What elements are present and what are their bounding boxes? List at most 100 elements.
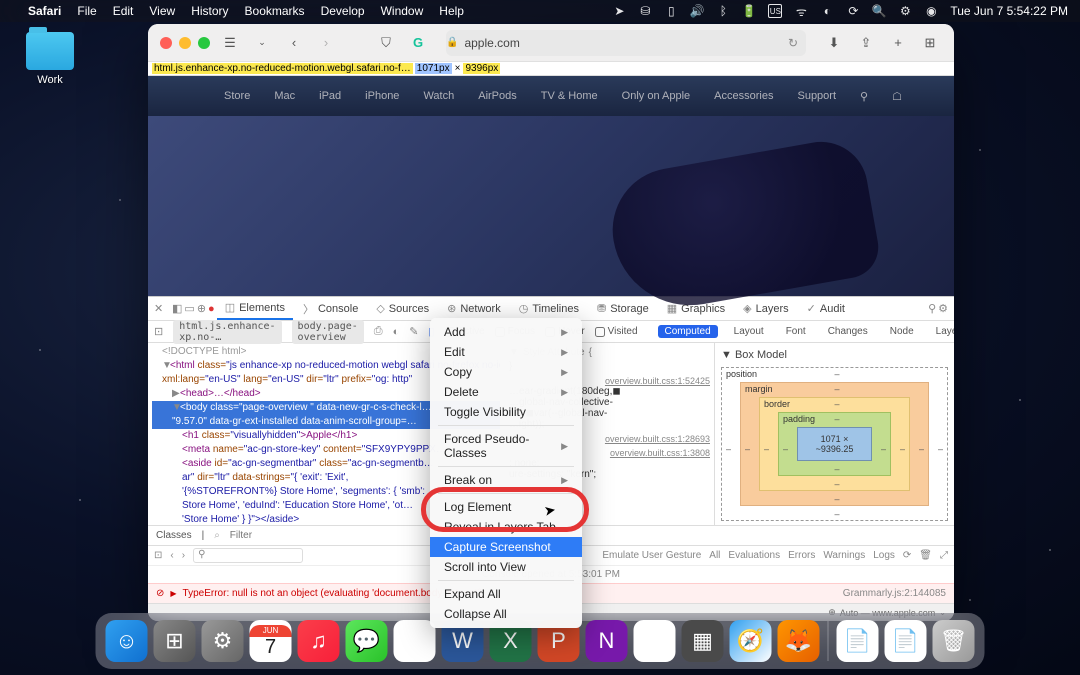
dock-slack[interactable]: ✱ xyxy=(634,620,676,662)
dark-icon[interactable]: ◐ xyxy=(393,326,400,338)
brush-icon[interactable]: ✎ xyxy=(409,325,418,338)
dropbox-icon[interactable]: ⛁ xyxy=(638,4,652,18)
menubar-app[interactable]: Safari xyxy=(28,4,61,18)
cm-add[interactable]: Add▶ xyxy=(430,322,582,342)
shield-icon[interactable]: ⛉ xyxy=(374,31,398,55)
control-center-icon[interactable]: ⚙ xyxy=(898,4,912,18)
dock-firefox[interactable]: 🦊 xyxy=(778,620,820,662)
tab-network[interactable]: ⊛Network xyxy=(439,297,509,320)
disclosure-icon[interactable]: ▶ xyxy=(170,589,176,598)
bag-icon[interactable]: ☖ xyxy=(892,90,902,103)
tab-console[interactable]: 〉Console xyxy=(295,297,366,320)
cm-scroll-into-view[interactable]: Scroll into View xyxy=(430,557,582,577)
tab-font[interactable]: Font xyxy=(780,325,812,338)
breadcrumb-body[interactable]: body.page-overview xyxy=(292,320,364,344)
menubar-edit[interactable]: Edit xyxy=(113,4,134,18)
location-icon[interactable]: ➤ xyxy=(612,4,626,18)
nav-tvhome[interactable]: TV & Home xyxy=(541,90,598,102)
dock-side-icon[interactable]: ◧ xyxy=(172,302,182,315)
menubar-help[interactable]: Help xyxy=(439,4,464,18)
opt-visited[interactable]: Visited xyxy=(595,326,638,337)
cm-copy[interactable]: Copy▶ xyxy=(430,362,582,382)
wifi-icon[interactable]: ᯤ xyxy=(794,4,808,18)
cm-log-element[interactable]: Log Element xyxy=(430,497,582,517)
settings-icon[interactable]: ⚙ xyxy=(938,302,948,315)
new-tab-icon[interactable]: + xyxy=(886,31,910,55)
tab-elements[interactable]: ◫Elements xyxy=(217,297,293,320)
cm-expand-all[interactable]: Expand All xyxy=(430,584,582,604)
dock-document[interactable]: 📄 xyxy=(885,620,927,662)
nav-next-icon[interactable]: › xyxy=(182,550,185,561)
dock-calendar[interactable]: JUN7 xyxy=(250,620,292,662)
menubar-file[interactable]: File xyxy=(77,4,96,18)
grammarly-icon[interactable]: G xyxy=(406,31,430,55)
chevron-down-icon[interactable]: ⌄ xyxy=(250,31,274,55)
dock-finder[interactable]: ☺ xyxy=(106,620,148,662)
search-icon[interactable]: ⚲ xyxy=(860,90,868,103)
device-icon[interactable]: ▯ xyxy=(664,4,678,18)
cm-edit[interactable]: Edit▶ xyxy=(430,342,582,362)
pick-element-icon[interactable]: ⊡ xyxy=(154,325,163,338)
nav-airpods[interactable]: AirPods xyxy=(478,90,517,102)
tab-node[interactable]: Node xyxy=(884,325,920,338)
menubar-clock[interactable]: Tue Jun 7 5:54:22 PM xyxy=(950,4,1068,18)
dock-music[interactable]: ♫ xyxy=(298,620,340,662)
device-icon[interactable]: ▭ xyxy=(184,302,194,315)
dock-chrome[interactable]: ◉ xyxy=(394,620,436,662)
cm-delete[interactable]: Delete▶ xyxy=(430,382,582,402)
nav-accessories[interactable]: Accessories xyxy=(714,90,773,102)
pick-icon[interactable]: ⊕ xyxy=(197,302,206,315)
emulate-gesture[interactable]: Emulate User Gesture xyxy=(602,550,701,561)
sync-icon[interactable]: ⟳ xyxy=(846,4,860,18)
breadcrumb-html[interactable]: html.js.enhance-xp.no-… xyxy=(173,320,281,344)
dock-messages[interactable]: 💬 xyxy=(346,620,388,662)
tab-changes[interactable]: Changes xyxy=(822,325,874,338)
menubar-window[interactable]: Window xyxy=(381,4,424,18)
print-icon[interactable]: ⎙ xyxy=(374,325,383,338)
sidebar-toggle-icon[interactable]: ☰ xyxy=(218,31,242,55)
menubar-history[interactable]: History xyxy=(191,4,228,18)
menubar-develop[interactable]: Develop xyxy=(321,4,365,18)
nav-iphone[interactable]: iPhone xyxy=(365,90,399,102)
back-button-icon[interactable]: ‹ xyxy=(282,31,306,55)
error-source[interactable]: Grammarly.js:2:144085 xyxy=(843,588,946,599)
cm-pseudo[interactable]: Forced Pseudo-Classes▶ xyxy=(430,429,582,463)
nav-prev-icon[interactable]: ‹ xyxy=(170,550,173,561)
bluetooth-icon[interactable]: ᛒ xyxy=(716,4,730,18)
reload-icon[interactable]: ↻ xyxy=(788,36,798,50)
filter-evals[interactable]: Evaluations xyxy=(728,550,780,561)
menubar-view[interactable]: View xyxy=(149,4,175,18)
nav-mac[interactable]: Mac xyxy=(274,90,295,102)
cm-capture-screenshot[interactable]: Capture Screenshot xyxy=(430,537,582,557)
tab-layers[interactable]: ◈Layers xyxy=(735,297,797,320)
siri-icon[interactable]: ◉ xyxy=(924,4,938,18)
desktop-folder-work[interactable]: Work xyxy=(20,32,80,86)
filter-input[interactable] xyxy=(230,530,946,541)
dock-app[interactable]: ▦ xyxy=(682,620,724,662)
cm-toggle-visibility[interactable]: Toggle Visibility xyxy=(430,402,582,422)
tab-layers-r[interactable]: Layers xyxy=(930,325,954,338)
nav-watch[interactable]: Watch xyxy=(423,90,454,102)
close-icon[interactable]: ✕ xyxy=(154,302,170,315)
downloads-icon[interactable]: ⬇ xyxy=(822,31,846,55)
filter-all[interactable]: All xyxy=(709,550,720,561)
tabs-icon[interactable]: ⊞ xyxy=(918,31,942,55)
dock-settings[interactable]: ⚙ xyxy=(202,620,244,662)
dock-onenote[interactable]: N xyxy=(586,620,628,662)
tab-sources[interactable]: ◇Sources xyxy=(368,297,437,320)
spotlight-icon[interactable]: 🔍 xyxy=(872,4,886,18)
dock-launchpad[interactable]: ⊞ xyxy=(154,620,196,662)
url-bar[interactable]: 🔒 apple.com ↻ xyxy=(446,30,806,56)
tab-storage[interactable]: ⛃Storage xyxy=(589,297,657,320)
filter-logs[interactable]: Logs xyxy=(873,550,895,561)
input-source-icon[interactable]: US xyxy=(768,4,782,18)
dom-search[interactable]: ⚲ xyxy=(193,548,303,563)
zoom-button[interactable] xyxy=(198,37,210,49)
tab-timelines[interactable]: ◷Timelines xyxy=(511,297,587,320)
reload-icon[interactable]: ⟳ xyxy=(903,550,911,561)
dock-document[interactable]: 📄 xyxy=(837,620,879,662)
trash-icon[interactable]: 🗑 xyxy=(919,550,932,561)
tab-layout[interactable]: Layout xyxy=(728,325,770,338)
dock-safari[interactable]: 🧭 xyxy=(730,620,772,662)
filter-errors[interactable]: Errors xyxy=(788,550,815,561)
